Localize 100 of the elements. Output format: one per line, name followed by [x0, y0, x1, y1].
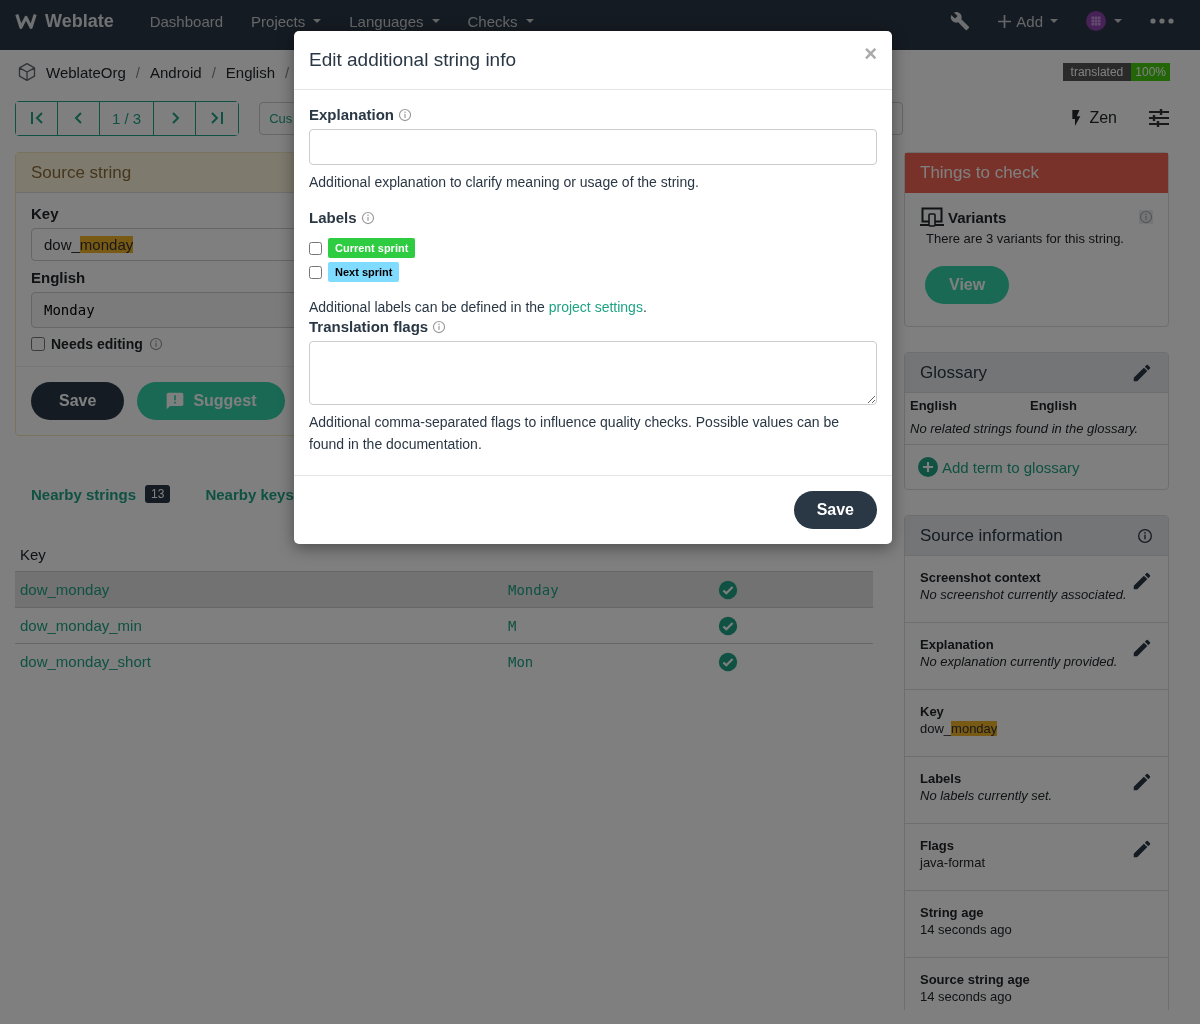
- check-title: Variants: [948, 208, 1007, 226]
- info-value: No explanation currently provided.: [920, 654, 1118, 669]
- plus-circle-icon: [918, 457, 938, 477]
- table-cell-text: Mon: [508, 653, 535, 670]
- checkbox-label: Needs editing: [51, 336, 143, 352]
- plus-icon: [998, 14, 1012, 28]
- lightning-icon: [1069, 110, 1082, 126]
- field-label: Explanation: [309, 106, 394, 123]
- sliders-icon[interactable]: [1149, 109, 1169, 127]
- empty-message: No related strings found in the glossary.: [905, 418, 1168, 445]
- caret-icon: [313, 19, 322, 23]
- help-text: Additional comma-separated flags to influence quality checks. Possible values can be found in the documentation.: [309, 413, 840, 454]
- help-text: Additional labels can be defined in the project settings.: [309, 298, 648, 317]
- info-value: 14 seconds ago: [920, 922, 1012, 937]
- save-button[interactable]: Save: [793, 491, 877, 529]
- cube-icon: [17, 62, 37, 82]
- help-text: Additional explanation to clarify meaning or usage of the string.: [309, 173, 700, 192]
- check-description: There are 3 variants for this string.: [926, 231, 1125, 246]
- info-label: Source string age: [920, 972, 1030, 987]
- table-link[interactable]: dow_monday_short: [20, 653, 508, 670]
- save-button[interactable]: Save: [31, 382, 125, 420]
- breadcrumb-link[interactable]: Android: [149, 63, 202, 81]
- column-header: English: [910, 398, 958, 413]
- more-icon[interactable]: [1150, 18, 1174, 24]
- table-cell-text: Monday: [508, 581, 560, 598]
- info-icon[interactable]: [1137, 527, 1153, 544]
- caret-icon: [431, 19, 440, 23]
- tab[interactable]: Nearby strings 13: [31, 485, 171, 503]
- breadcrumb-link[interactable]: WeblateOrg: [46, 63, 126, 81]
- zen-link[interactable]: Zen: [1069, 109, 1117, 127]
- wrench-icon[interactable]: [950, 11, 971, 31]
- panel-title: Glossary: [920, 362, 988, 383]
- caret-icon: [1114, 19, 1122, 23]
- breadcrumb-separator: /: [135, 63, 140, 81]
- info-value: dow_monday: [920, 721, 998, 736]
- nav-link[interactable]: Languages: [335, 12, 454, 30]
- edit-icon[interactable]: [1131, 637, 1153, 659]
- table-row[interactable]: dow_monday_short Mon: [15, 643, 873, 679]
- check-icon: [718, 615, 738, 636]
- checkbox[interactable]: [309, 265, 322, 279]
- label-tag: Current sprint: [328, 238, 416, 258]
- column-header: English: [1030, 398, 1078, 413]
- table-cell-text: M: [508, 617, 518, 634]
- flags-field[interactable]: [309, 341, 877, 405]
- info-label: String age: [920, 905, 985, 920]
- add-menu[interactable]: Add: [984, 12, 1072, 30]
- edit-icon[interactable]: [1131, 771, 1153, 793]
- label-tag: Next sprint: [328, 262, 400, 282]
- panel-title: Source information: [920, 525, 1063, 546]
- column-header: Key: [20, 546, 47, 563]
- checkbox[interactable]: [309, 241, 322, 255]
- edit-icon[interactable]: [1131, 838, 1153, 860]
- explanation-field[interactable]: [309, 129, 877, 165]
- check-icon: [718, 651, 738, 672]
- info-icon[interactable]: [398, 107, 412, 122]
- info-label: Key: [920, 704, 945, 719]
- avatar-icon: [1086, 11, 1106, 31]
- table-link[interactable]: dow_monday_min: [20, 617, 508, 634]
- field-label: Labels: [309, 209, 357, 226]
- view-button[interactable]: View: [925, 266, 1010, 304]
- info-icon[interactable]: [432, 319, 447, 334]
- breadcrumb-separator: /: [211, 63, 216, 81]
- settings-link[interactable]: project settings: [548, 299, 643, 315]
- info-value: No labels currently set.: [920, 788, 1053, 803]
- info-value: No screenshot currently associated.: [920, 587, 1127, 602]
- tab[interactable]: Nearby keys: [205, 485, 294, 503]
- field-label: Key: [31, 205, 59, 222]
- info-icon[interactable]: [148, 337, 163, 351]
- first-icon: [28, 110, 45, 126]
- nav-link[interactable]: Dashboard: [135, 12, 238, 30]
- info-icon[interactable]: [1139, 210, 1153, 224]
- table-row[interactable]: dow_monday Monday: [15, 572, 873, 607]
- suggest-button[interactable]: Suggest: [137, 382, 285, 420]
- caret-icon: [1050, 19, 1058, 23]
- edit-icon[interactable]: [1131, 570, 1153, 592]
- nav-link[interactable]: Checks: [453, 12, 548, 30]
- add-term-link[interactable]: Add term to glossary: [905, 445, 1168, 489]
- breadcrumb-link[interactable]: English: [225, 63, 275, 81]
- breadcrumb-separator: /: [285, 63, 290, 81]
- info-label: Screenshot context: [920, 570, 1042, 585]
- table-link[interactable]: dow_monday: [20, 581, 508, 598]
- last-icon: [209, 110, 226, 126]
- close-button[interactable]: ×: [864, 41, 877, 67]
- info-label: Labels: [920, 771, 963, 786]
- brand-name[interactable]: Weblate: [45, 10, 114, 32]
- info-icon[interactable]: [360, 210, 375, 225]
- devices-icon: [920, 207, 944, 227]
- caret-icon: [525, 19, 534, 23]
- first-button[interactable]: [16, 101, 58, 135]
- field-label: English: [31, 269, 86, 286]
- checkbox[interactable]: [31, 337, 45, 351]
- comment-icon: [165, 391, 186, 411]
- check-icon: [718, 579, 738, 600]
- nav-link[interactable]: Projects: [237, 12, 336, 30]
- info-value: java-format: [920, 855, 986, 870]
- panel-header: Things to check: [905, 153, 1168, 193]
- dialog-title: Edit additional string info: [309, 49, 516, 71]
- field-label: Translation flags: [309, 318, 429, 335]
- table-row[interactable]: dow_monday_min M: [15, 607, 873, 643]
- info-label: Explanation: [920, 637, 995, 652]
